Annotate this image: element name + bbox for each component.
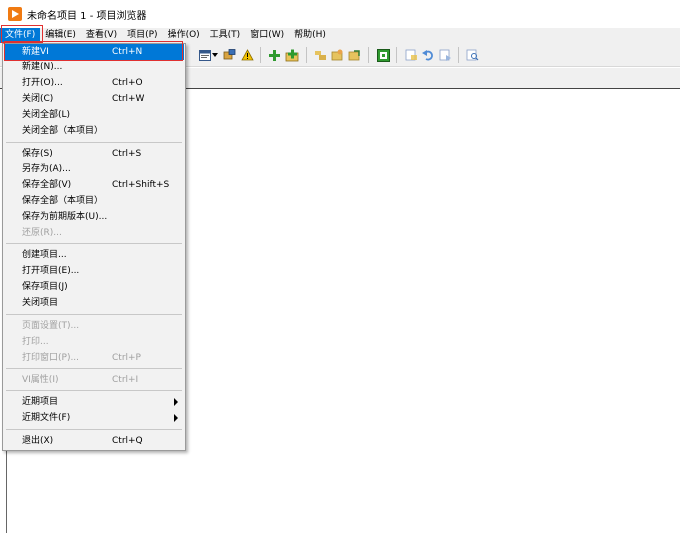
menu-item-label: 页面设置(T)... (22, 321, 80, 331)
menu-item-label: 打开(O)... (22, 78, 63, 88)
expand-icon[interactable] (330, 48, 344, 62)
menu-item-label: 打印... (22, 337, 49, 347)
redo-icon[interactable] (438, 48, 452, 62)
menu-item-save-for-previous[interactable]: 保存为前期版本(U)... (4, 209, 184, 225)
title-bar: 未命名项目 1 - 项目浏览器 (0, 0, 680, 28)
menu-view[interactable]: 查看(V) (81, 28, 122, 43)
menu-item-label: 另存为(A)... (22, 164, 71, 174)
sort-icon[interactable] (313, 48, 327, 62)
menu-item-exit[interactable]: 退出(X) Ctrl+Q (4, 433, 184, 449)
menu-item-page-setup: 页面设置(T)... (4, 318, 184, 334)
menu-item-close-all[interactable]: 关闭全部(L) (4, 107, 184, 123)
menu-separator (6, 368, 182, 369)
menu-item-print-window: 打印窗口(P)... Ctrl+P (4, 350, 184, 366)
menu-item-shortcut: Ctrl+W (112, 94, 145, 104)
submenu-arrow-icon (174, 398, 178, 406)
warning-icon[interactable] (240, 48, 254, 62)
build-icon[interactable] (376, 48, 390, 62)
menu-item-label: 近期文件(F) (22, 413, 71, 423)
toolbar-separator (458, 47, 459, 63)
window-title: 未命名项目 1 - 项目浏览器 (27, 10, 147, 22)
menu-project[interactable]: 项目(P) (122, 28, 162, 43)
menu-separator (6, 429, 182, 430)
menu-item-label: 打开项目(E)... (22, 266, 80, 276)
menu-item-label: 关闭全部（本项目） (22, 126, 104, 136)
toolbar-separator (368, 47, 369, 63)
menu-item-save-all[interactable]: 保存全部(V) Ctrl+Shift+S (4, 177, 184, 193)
toolbar-separator (396, 47, 397, 63)
menu-item-label: 关闭项目 (22, 298, 59, 308)
menu-item-label: 还原(R)... (22, 228, 62, 238)
labview-app-icon (8, 7, 22, 21)
menu-separator (6, 142, 182, 143)
menu-item-shortcut: Ctrl+S (112, 149, 142, 159)
menu-file[interactable]: 文件(F) (0, 28, 41, 43)
undo-icon[interactable] (421, 48, 435, 62)
menu-item-open[interactable]: 打开(O)... Ctrl+O (4, 75, 184, 91)
menu-bar: 文件(F) 编辑(E) 查看(V) 项目(P) 操作(O) 工具(T) 窗口(W… (0, 28, 680, 43)
menu-item-label: 创建项目... (22, 250, 67, 260)
menu-item-open-project[interactable]: 打开项目(E)... (4, 263, 184, 279)
menu-item-label: 关闭全部(L) (22, 110, 71, 120)
add-item-icon[interactable] (267, 48, 281, 62)
menu-item-recent-files[interactable]: 近期文件(F) (4, 410, 184, 426)
menu-item-label: 新建VI (22, 47, 49, 57)
menu-item-new-vi[interactable]: 新建VI Ctrl+N (4, 44, 184, 60)
menu-item-recent-projects[interactable]: 近期项目 (4, 394, 184, 410)
menu-item-label: 保存(S) (22, 149, 53, 159)
menu-item-label: 保存项目(J) (22, 282, 68, 292)
menu-item-label: 关闭(C) (22, 94, 54, 104)
menu-item-label: VI属性(I) (22, 375, 59, 385)
menu-tools[interactable]: 工具(T) (205, 28, 246, 43)
menu-operate[interactable]: 操作(O) (163, 28, 205, 43)
menu-item-save[interactable]: 保存(S) Ctrl+S (4, 146, 184, 162)
menu-item-save-all-project[interactable]: 保存全部（本项目） (4, 193, 184, 209)
menu-separator (6, 243, 182, 244)
dropdown-arrow-icon[interactable] (211, 48, 219, 62)
properties-icon[interactable] (222, 48, 236, 62)
menu-separator (6, 314, 182, 315)
menu-item-shortcut: Ctrl+N (112, 47, 143, 57)
search-icon[interactable] (465, 48, 479, 62)
menu-item-label: 近期项目 (22, 397, 59, 407)
add-folder-icon[interactable] (285, 48, 299, 62)
menu-item-label: 打印窗口(P)... (22, 353, 80, 363)
window-list-icon[interactable] (198, 48, 212, 62)
menu-separator (6, 390, 182, 391)
menu-item-revert: 还原(R)... (4, 225, 184, 241)
menu-item-shortcut: Ctrl+Shift+S (112, 180, 170, 190)
menu-item-save-project[interactable]: 保存项目(J) (4, 279, 184, 295)
menu-item-shortcut: Ctrl+P (112, 353, 141, 363)
menu-item-label: 保存全部（本项目） (22, 196, 104, 206)
menu-item-close-all-project[interactable]: 关闭全部（本项目） (4, 123, 184, 139)
submenu-arrow-icon (174, 414, 178, 422)
file-menu-dropdown: 新建VI Ctrl+N 新建(N)... 打开(O)... Ctrl+O 关闭(… (2, 43, 186, 451)
menu-item-label: 保存为前期版本(U)... (22, 212, 108, 222)
toolbar-separator (260, 47, 261, 63)
menu-item-label: 退出(X) (22, 436, 54, 446)
menu-item-close-project[interactable]: 关闭项目 (4, 295, 184, 311)
menu-item-close[interactable]: 关闭(C) Ctrl+W (4, 91, 184, 107)
menu-item-new[interactable]: 新建(N)... (4, 59, 184, 75)
view-icon[interactable] (404, 48, 418, 62)
menu-item-label: 新建(N)... (22, 62, 63, 72)
menu-window[interactable]: 窗口(W) (245, 28, 289, 43)
menu-item-label: 保存全部(V) (22, 180, 72, 190)
menu-item-shortcut: Ctrl+Q (112, 436, 143, 446)
menu-item-save-as[interactable]: 另存为(A)... (4, 161, 184, 177)
menu-item-create-project[interactable]: 创建项目... (4, 247, 184, 263)
menu-help[interactable]: 帮助(H) (289, 28, 331, 43)
menu-item-vi-properties: VI属性(I) Ctrl+I (4, 372, 184, 388)
menu-edit[interactable]: 编辑(E) (40, 28, 81, 43)
menu-item-shortcut: Ctrl+O (112, 78, 143, 88)
menu-item-print: 打印... (4, 334, 184, 350)
menu-item-shortcut: Ctrl+I (112, 375, 139, 385)
toolbar-separator (306, 47, 307, 63)
collapse-icon[interactable] (347, 48, 361, 62)
